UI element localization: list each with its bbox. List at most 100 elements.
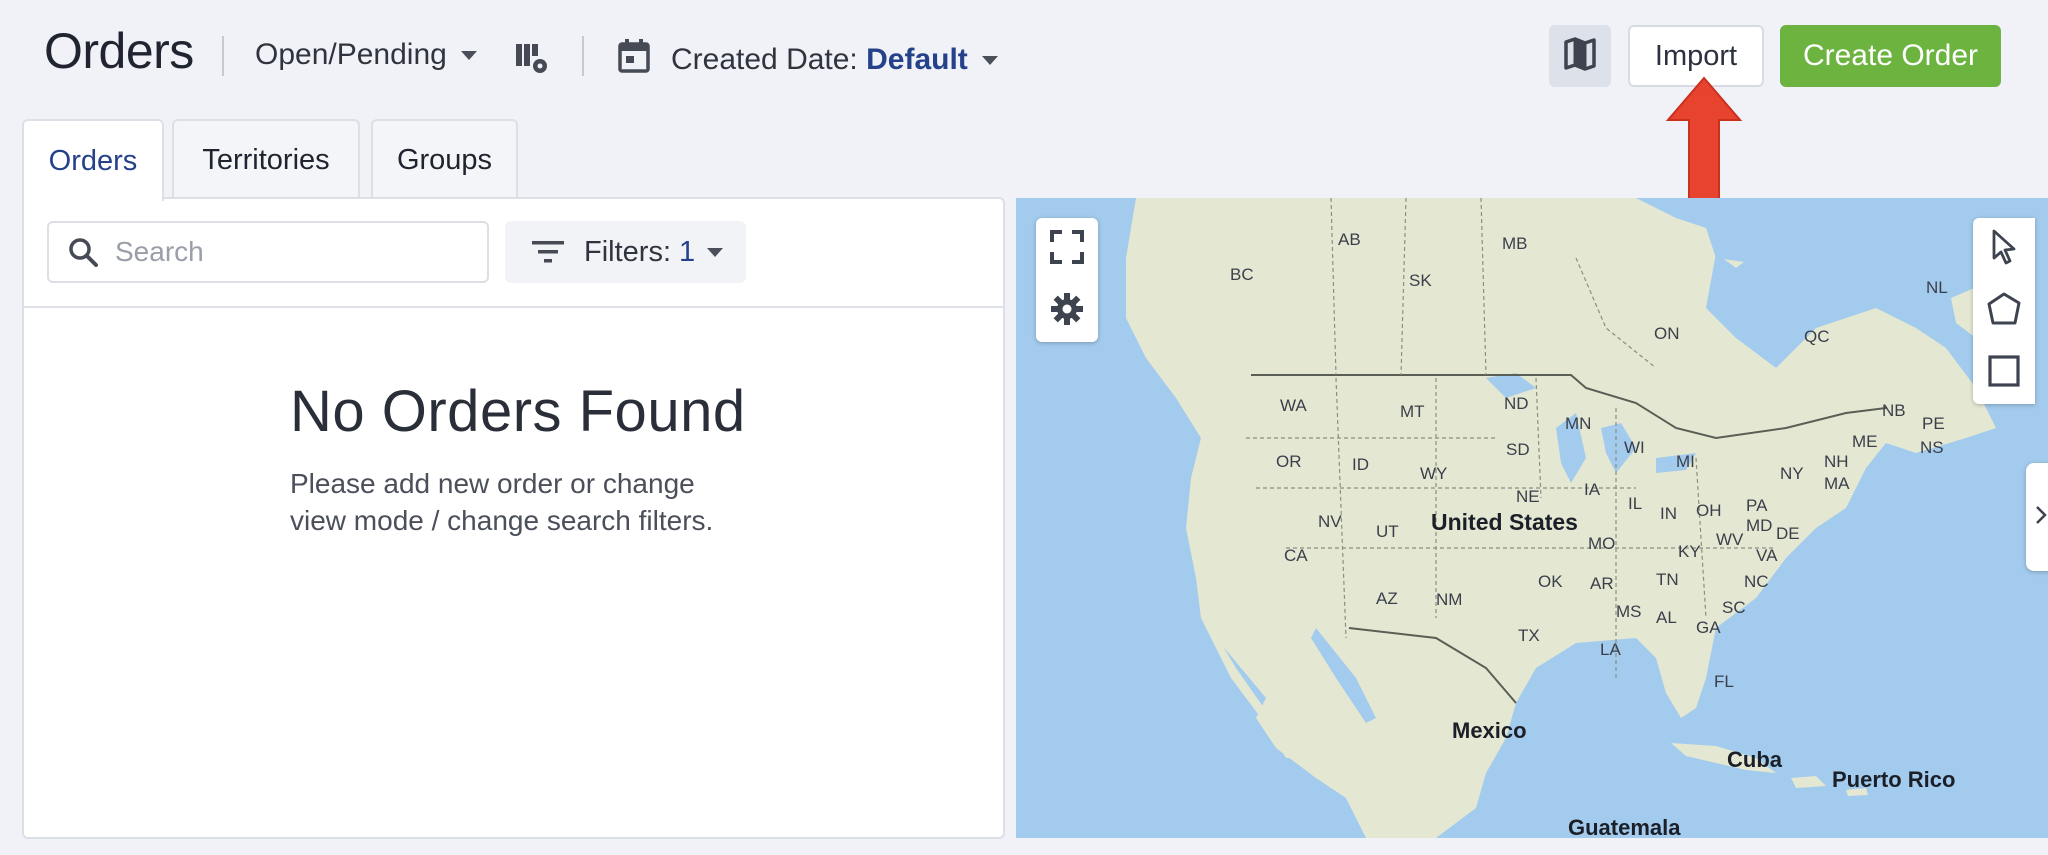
map-label-ia: IA bbox=[1584, 480, 1601, 499]
empty-state-message: Please add new order or change view mode… bbox=[290, 465, 750, 539]
map-label-tn: TN bbox=[1656, 570, 1679, 589]
status-filter-label: Open/Pending bbox=[255, 38, 447, 71]
map-label-ns: NS bbox=[1920, 438, 1944, 457]
map-label-nv: NV bbox=[1318, 512, 1342, 531]
filters-button[interactable]: Filters: 1 bbox=[505, 221, 746, 283]
map-label-united-states: United States bbox=[1431, 509, 1578, 535]
create-order-button[interactable]: Create Order bbox=[1780, 25, 2001, 87]
search-input[interactable] bbox=[113, 235, 447, 269]
header-divider-2 bbox=[582, 36, 584, 76]
map-label-mi: MI bbox=[1676, 452, 1695, 471]
map-label-nl: NL bbox=[1926, 278, 1948, 297]
rectangle-icon bbox=[1987, 354, 2021, 393]
map-label-ny: NY bbox=[1780, 464, 1804, 483]
empty-state-line-1: Please add new order or change bbox=[290, 468, 695, 499]
map-label-de: DE bbox=[1776, 524, 1800, 543]
map-icon bbox=[1564, 36, 1596, 76]
map-label-tx: TX bbox=[1518, 626, 1540, 645]
filter-lines-icon bbox=[532, 240, 564, 264]
map-label-al: AL bbox=[1656, 608, 1677, 627]
map-label-nh: NH bbox=[1824, 452, 1849, 471]
map-label-nd: ND bbox=[1504, 394, 1529, 413]
map-label-nc: NC bbox=[1744, 572, 1769, 591]
search-field[interactable] bbox=[47, 221, 489, 283]
map-label-la: LA bbox=[1600, 640, 1621, 659]
map-label-ms: MS bbox=[1616, 602, 1642, 621]
map-view-button[interactable] bbox=[1549, 25, 1611, 87]
map-label-ne: NE bbox=[1516, 487, 1540, 506]
map-label-sk: SK bbox=[1409, 271, 1432, 290]
fullscreen-icon bbox=[1050, 229, 1084, 269]
filters-label: Filters: bbox=[584, 235, 671, 268]
created-date-label: Created Date: bbox=[671, 43, 858, 76]
map-label-in: IN bbox=[1660, 504, 1677, 523]
map-label-ok: OK bbox=[1538, 572, 1563, 591]
select-tool-button[interactable] bbox=[1973, 218, 2035, 280]
header-divider bbox=[222, 36, 224, 76]
chevron-down-icon bbox=[981, 55, 998, 65]
toolbar-divider bbox=[24, 306, 1003, 308]
fullscreen-button[interactable] bbox=[1036, 218, 1098, 280]
map-label-mt: MT bbox=[1400, 402, 1425, 421]
map-label-il: IL bbox=[1628, 494, 1643, 513]
map-label-ar: AR bbox=[1590, 574, 1614, 593]
map-controls bbox=[1036, 218, 1098, 342]
map-label-cuba: Cuba bbox=[1727, 747, 1782, 772]
map-label-ky: KY bbox=[1678, 542, 1701, 561]
polygon-tool-button[interactable] bbox=[1973, 280, 2035, 342]
map-label-ma: MA bbox=[1824, 474, 1850, 493]
map-label-bc: BC bbox=[1230, 265, 1254, 284]
map-label-wv: WV bbox=[1716, 530, 1744, 549]
map-label-az: AZ bbox=[1376, 589, 1398, 608]
cursor-icon bbox=[1988, 229, 2020, 270]
map-label-sd: SD bbox=[1506, 440, 1530, 459]
chevron-down-icon bbox=[460, 50, 477, 60]
map-label-mb: MB bbox=[1502, 234, 1528, 253]
map-label-nm: NM bbox=[1436, 590, 1463, 609]
tab-orders[interactable]: Orders bbox=[22, 119, 164, 201]
map-label-nb: NB bbox=[1882, 401, 1906, 420]
page-title: Orders bbox=[44, 23, 194, 79]
tab-groups[interactable]: Groups bbox=[371, 119, 518, 199]
map-label-md: MD bbox=[1746, 516, 1773, 535]
map-label-guatemala: Guatemala bbox=[1568, 815, 1681, 838]
created-date-dropdown[interactable]: Created Date: Default bbox=[617, 38, 998, 82]
filters-count: 1 bbox=[679, 235, 696, 268]
map-label-puerto-rico: Puerto Rico bbox=[1832, 767, 1956, 792]
chevron-right-icon bbox=[2034, 504, 2048, 531]
map-label-pa: PA bbox=[1746, 496, 1768, 515]
map-label-qc: QC bbox=[1804, 327, 1830, 346]
gear-icon bbox=[1050, 292, 1084, 331]
map-settings-button[interactable] bbox=[1036, 280, 1098, 342]
map-label-wy: WY bbox=[1420, 464, 1448, 483]
map-label-sc: SC bbox=[1722, 598, 1746, 617]
draw-tools bbox=[1973, 218, 2035, 404]
map-label-wi: WI bbox=[1624, 438, 1645, 457]
map-label-mn: MN bbox=[1565, 414, 1592, 433]
map-label-fl: FL bbox=[1714, 672, 1734, 691]
map-label-pe: PE bbox=[1922, 414, 1945, 433]
annotation-arrow-up-icon bbox=[1665, 76, 1743, 211]
map-label-me: ME bbox=[1852, 432, 1878, 451]
rectangle-tool-button[interactable] bbox=[1973, 342, 2035, 404]
search-icon bbox=[67, 236, 99, 268]
expand-panel-button[interactable] bbox=[2026, 463, 2048, 571]
empty-state-line-2: view mode / change search filters. bbox=[290, 505, 714, 536]
empty-state-title: No Orders Found bbox=[290, 379, 746, 444]
column-settings-icon[interactable] bbox=[512, 38, 552, 78]
map-label-mexico: Mexico bbox=[1452, 718, 1527, 743]
map-canvas[interactable]: AB BC SK MB ON QC NL NB PE NS WA OR CA N… bbox=[1016, 198, 2048, 838]
map-label-wa: WA bbox=[1280, 396, 1307, 415]
map-label-ab: AB bbox=[1338, 230, 1361, 249]
map-label-oh: OH bbox=[1696, 501, 1722, 520]
status-filter-dropdown[interactable]: Open/Pending bbox=[255, 38, 477, 72]
map-label-on: ON bbox=[1654, 324, 1680, 343]
polygon-icon bbox=[1986, 291, 2022, 332]
map-label-ut: UT bbox=[1376, 522, 1399, 541]
map-label-mo: MO bbox=[1588, 534, 1616, 553]
calendar-icon bbox=[617, 38, 651, 82]
map-label-id: ID bbox=[1352, 455, 1369, 474]
tab-territories[interactable]: Territories bbox=[172, 119, 360, 199]
created-date-value: Default bbox=[866, 43, 968, 76]
map-label-va: VA bbox=[1756, 546, 1778, 565]
